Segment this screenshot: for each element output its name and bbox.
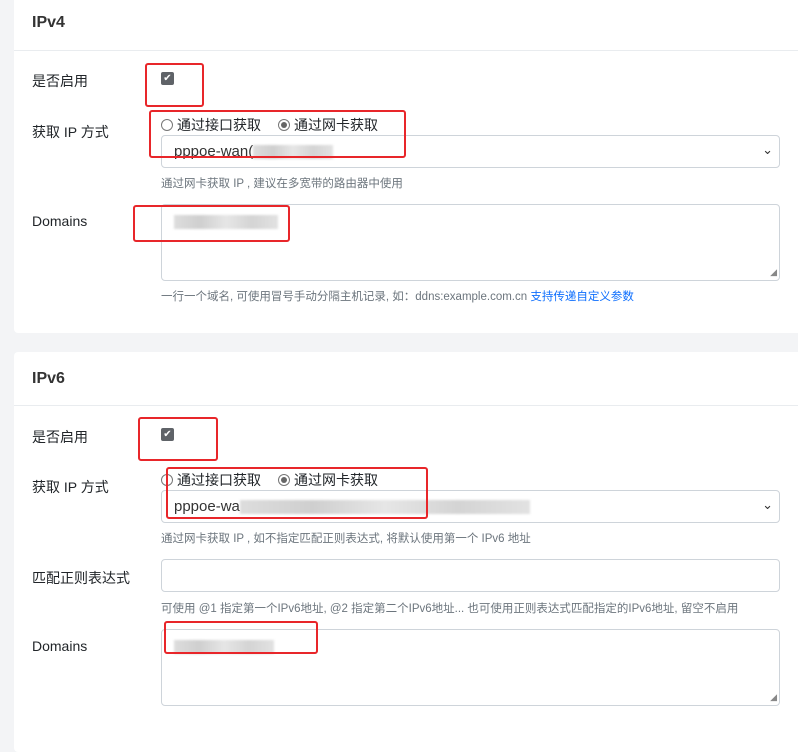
ipv4-domains-textarea[interactable]: ◢	[161, 204, 780, 281]
ipv6-enable-checkbox[interactable]: ✔	[161, 428, 174, 441]
resize-handle-icon[interactable]: ◢	[770, 692, 777, 703]
ipv6-regex-input[interactable]	[161, 559, 780, 592]
checkmark-icon: ✔	[163, 429, 172, 440]
ipv6-regex-label: 匹配正则表达式	[32, 570, 130, 586]
ipv4-netcard-select[interactable]: pppoe-wan( ⌄	[161, 135, 780, 168]
redacted	[174, 215, 278, 229]
radio-icon	[161, 119, 173, 131]
ipv4-method-label: 获取 IP 方式	[32, 124, 109, 140]
ipv6-enable-label: 是否启用	[32, 429, 88, 445]
ipv4-radio-netcard[interactable]: 通过网卡获取	[278, 115, 378, 135]
ipv6-radio-netcard[interactable]: 通过网卡获取	[278, 470, 378, 490]
ipv6-domains-label: Domains	[32, 638, 88, 654]
ipv4-domains-label: Domains	[32, 213, 88, 229]
radio-label: 通过接口获取	[177, 117, 261, 133]
ipv6-title: IPv6	[32, 370, 65, 387]
chevron-down-icon: ⌄	[762, 497, 773, 512]
radio-label: 通过网卡获取	[294, 117, 378, 133]
chevron-down-icon: ⌄	[762, 142, 773, 157]
radio-icon	[278, 119, 290, 131]
radio-label: 通过网卡获取	[294, 472, 378, 488]
checkmark-icon: ✔	[163, 73, 172, 84]
radio-icon	[278, 474, 290, 486]
ipv4-method-help: 通过网卡获取 IP , 建议在多宽带的路由器中使用	[161, 178, 403, 190]
ipv4-title: IPv4	[32, 14, 65, 31]
ipv6-netcard-select[interactable]: pppoe-wa ⌄	[161, 490, 780, 523]
select-value: pppoe-wan(	[174, 143, 254, 160]
divider	[14, 50, 798, 51]
help-text: 一行一个域名, 可使用冒号手动分隔主机记录, 如：ddns:example.co…	[161, 291, 531, 303]
ipv4-enable-label: 是否启用	[32, 73, 88, 89]
ipv6-radio-interface[interactable]: 通过接口获取	[161, 470, 261, 490]
custom-params-link[interactable]: 支持传递自定义参数	[530, 291, 634, 303]
radio-label: 通过接口获取	[177, 472, 261, 488]
ipv6-method-label: 获取 IP 方式	[32, 479, 109, 495]
ipv4-domains-help: 一行一个域名, 可使用冒号手动分隔主机记录, 如：ddns:example.co…	[161, 288, 634, 304]
ipv6-method-help: 通过网卡获取 IP , 如不指定匹配正则表达式, 将默认使用第一个 IPv6 地…	[161, 533, 531, 545]
redacted	[174, 640, 274, 654]
select-value: pppoe-wa	[174, 498, 240, 515]
resize-handle-icon[interactable]: ◢	[770, 267, 777, 278]
ipv6-domains-textarea[interactable]: ◢	[161, 629, 780, 706]
ipv4-enable-checkbox[interactable]: ✔	[161, 72, 174, 85]
ipv4-radio-interface[interactable]: 通过接口获取	[161, 115, 261, 135]
redacted	[239, 500, 530, 515]
radio-icon	[161, 474, 173, 486]
redacted	[253, 145, 334, 160]
ipv6-regex-help: 可使用 @1 指定第一个IPv6地址, @2 指定第二个IPv6地址... 也可…	[161, 603, 739, 615]
divider	[14, 405, 798, 406]
